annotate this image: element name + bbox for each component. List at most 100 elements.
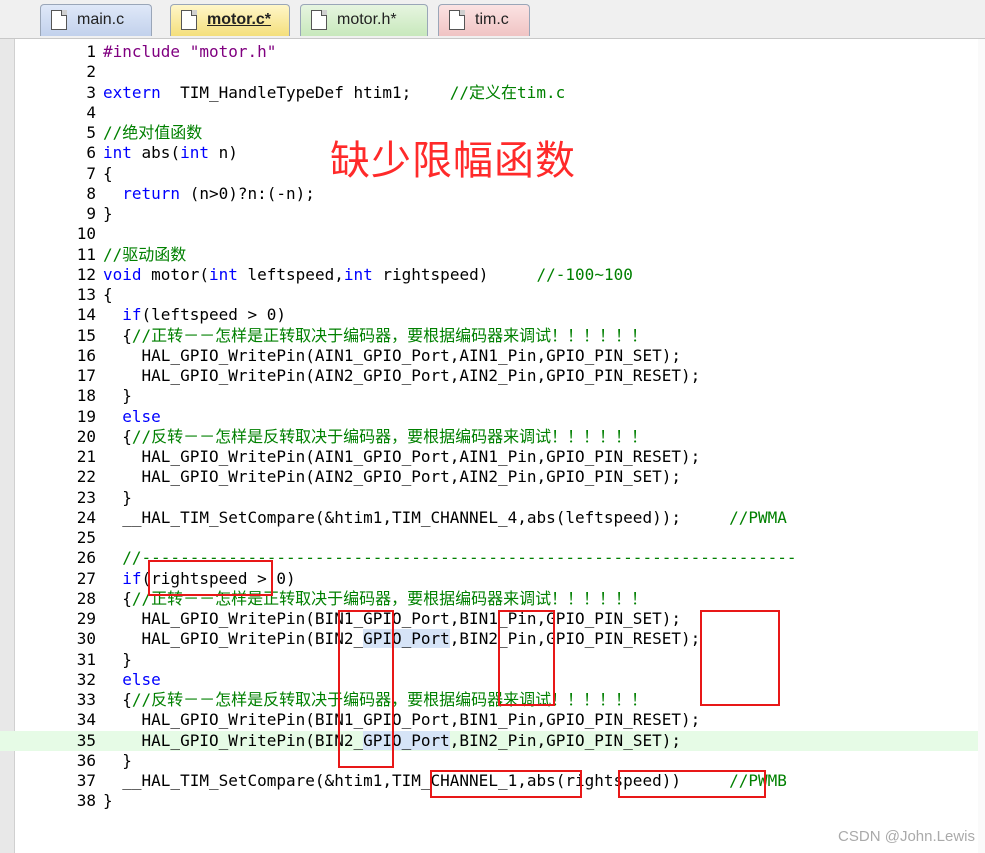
code-line[interactable]: 10 <box>0 224 985 244</box>
line-number: 27 <box>76 568 96 588</box>
code-text: HAL_GPIO_WritePin(AIN1_GPIO_Port,AIN1_Pi… <box>103 447 701 467</box>
code-token: ,BIN2_Pin,GPIO_PIN_SET); <box>449 730 681 750</box>
code-text: HAL_GPIO_WritePin(AIN1_GPIO_Port,AIN1_Pi… <box>103 346 681 366</box>
code-text: #include "motor.h" <box>103 42 276 62</box>
line-number: 34 <box>76 710 96 730</box>
code-token: { <box>103 325 132 345</box>
code-line[interactable]: 4 <box>0 103 985 123</box>
code-line[interactable]: 9} <box>0 204 985 224</box>
line-number: 19 <box>76 406 96 426</box>
code-token: HAL_GPIO_WritePin(AIN2_GPIO_Port,AIN2_Pi… <box>103 366 701 385</box>
code-text: HAL_GPIO_WritePin(AIN2_GPIO_Port,AIN2_Pi… <box>103 467 681 487</box>
code-line[interactable]: 21 HAL_GPIO_WritePin(AIN1_GPIO_Port,AIN1… <box>0 447 985 467</box>
code-text: __HAL_TIM_SetCompare(&htim1,TIM_CHANNEL_… <box>103 508 787 528</box>
highlight-box-channel <box>430 770 582 798</box>
code-token: HAL_GPIO_WritePin(BIN2_ <box>103 629 364 649</box>
line-number: 9 <box>86 204 96 223</box>
line-number: 13 <box>76 285 96 304</box>
code-text: { <box>103 164 113 184</box>
code-line[interactable]: 34 HAL_GPIO_WritePin(BIN1_GPIO_Port,BIN1… <box>0 710 985 730</box>
code-line[interactable]: 35 HAL_GPIO_WritePin(BIN2_GPIO_Port,BIN2… <box>0 730 985 751</box>
code-line[interactable]: 36 } <box>0 751 985 771</box>
code-token: //PWMA <box>729 507 787 527</box>
code-line[interactable]: 13 { <box>0 285 985 305</box>
code-line[interactable]: 12 void motor(int leftspeed,int rightspee… <box>0 265 985 285</box>
watermark: CSDN @John.Lewis <box>838 828 975 845</box>
line-number: 36 <box>76 750 96 770</box>
code-line[interactable]: 20 {//反转－－怎样是反转取决于编码器，要根据编码器来调试！！！！！！ <box>0 427 985 447</box>
line-number: 6 <box>86 143 96 163</box>
code-token: //正转－－怎样是正转取决于编码器，要根据编码器来调试！！！！！！ <box>131 325 648 345</box>
line-number: 12 <box>76 264 96 284</box>
code-line[interactable]: 19 else <box>0 407 985 427</box>
code-token: //定义在tim.c <box>449 82 566 102</box>
line-number: 3 <box>86 82 96 102</box>
code-line[interactable]: 22 HAL_GPIO_WritePin(AIN2_GPIO_Port,AIN2… <box>0 467 985 487</box>
code-token: { <box>103 163 113 183</box>
line-number: 35 <box>76 730 96 750</box>
code-line[interactable]: 33 {//反转－－怎样是反转取决于编码器，要根据编码器来调试！！！！！！ <box>0 690 985 710</box>
code-text: if(leftspeed > 0) <box>103 305 286 325</box>
code-line[interactable]: 1 #include "motor.h" <box>0 42 985 62</box>
code-token: HAL_GPIO_WritePin(AIN2_GPIO_Port,AIN2_Pi… <box>103 467 681 487</box>
line-number: 25 <box>76 528 96 547</box>
code-line[interactable]: 23 } <box>0 488 985 508</box>
code-token: n) <box>208 143 238 163</box>
code-line[interactable]: 24 __HAL_TIM_SetCompare(&htim1,TIM_CHANN… <box>0 508 985 528</box>
code-text: int abs(int n) <box>103 143 238 163</box>
code-line[interactable]: 3 extern TIM_HandleTypeDef htim1; //定义在ti… <box>0 83 985 103</box>
code-token: int <box>103 143 132 163</box>
code-token: motor( <box>141 264 209 284</box>
vertical-scrollbar[interactable] <box>978 39 985 853</box>
code-text: HAL_GPIO_WritePin(BIN2_GPIO_Port,BIN2_Pi… <box>103 629 700 649</box>
code-text: HAL_GPIO_WritePin(AIN2_GPIO_Port,AIN2_Pi… <box>103 366 701 386</box>
code-line[interactable]: 29 HAL_GPIO_WritePin(BIN1_GPIO_Port,BIN1… <box>0 609 985 629</box>
code-line[interactable]: 32 else <box>0 670 985 690</box>
code-token: return <box>122 183 181 203</box>
code-token: } <box>103 750 132 770</box>
code-token: (leftspeed > 0) <box>141 305 287 325</box>
code-token: rightspeed) <box>372 264 537 284</box>
code-line[interactable]: 15 {//正转－－怎样是正转取决于编码器，要根据编码器来调试！！！！！！ <box>0 326 985 346</box>
code-line[interactable]: 2 <box>0 62 985 82</box>
tab-label: main.c <box>77 11 125 28</box>
code-token: else <box>122 406 161 426</box>
code-token: int <box>208 264 238 284</box>
code-line[interactable]: 8 return (n>0)?n:(-n); <box>0 184 985 204</box>
file-icon <box>51 10 67 30</box>
code-token: TIM_HandleTypeDef htim1; <box>160 82 450 102</box>
tab-motor-c[interactable]: motor.c* <box>170 4 290 36</box>
code-line[interactable]: 14 if(leftspeed > 0) <box>0 305 985 325</box>
line-number: 23 <box>76 487 96 507</box>
code-line[interactable]: 31 } <box>0 650 985 670</box>
code-line[interactable]: 18 } <box>0 386 985 406</box>
code-text: //驱动函数 <box>103 245 186 265</box>
line-number: 38 <box>76 791 96 811</box>
tab-label: tim.c <box>475 11 509 28</box>
tab-motor-h[interactable]: motor.h* <box>300 4 428 36</box>
code-token: int <box>343 264 373 284</box>
highlight-box-bin-col2 <box>498 610 555 706</box>
line-number: 24 <box>76 507 96 527</box>
code-token: //驱动函数 <box>103 244 187 264</box>
code-line[interactable]: 16 HAL_GPIO_WritePin(AIN1_GPIO_Port,AIN1… <box>0 346 985 366</box>
annotation-text: 缺少限幅函数 <box>330 138 576 184</box>
code-line[interactable]: 17 HAL_GPIO_WritePin(AIN2_GPIO_Port,AIN2… <box>0 366 985 386</box>
code-line[interactable]: 11 //驱动函数 <box>0 245 985 265</box>
code-token: void <box>103 264 142 284</box>
code-token: extern <box>103 82 161 102</box>
code-line[interactable]: 30 HAL_GPIO_WritePin(BIN2_GPIO_Port,BIN2… <box>0 629 985 649</box>
code-line[interactable]: 25 <box>0 528 985 548</box>
line-number: 11 <box>76 244 96 264</box>
line-number: 5 <box>86 123 96 142</box>
code-text: } <box>103 386 132 406</box>
tab-main-c[interactable]: main.c <box>40 4 152 36</box>
line-number: 7 <box>86 163 96 183</box>
code-token: //-100~100 <box>536 264 633 284</box>
line-number: 10 <box>76 224 96 244</box>
tab-tim-c[interactable]: tim.c <box>438 4 530 36</box>
code-token: //绝对值函数 <box>103 123 203 142</box>
